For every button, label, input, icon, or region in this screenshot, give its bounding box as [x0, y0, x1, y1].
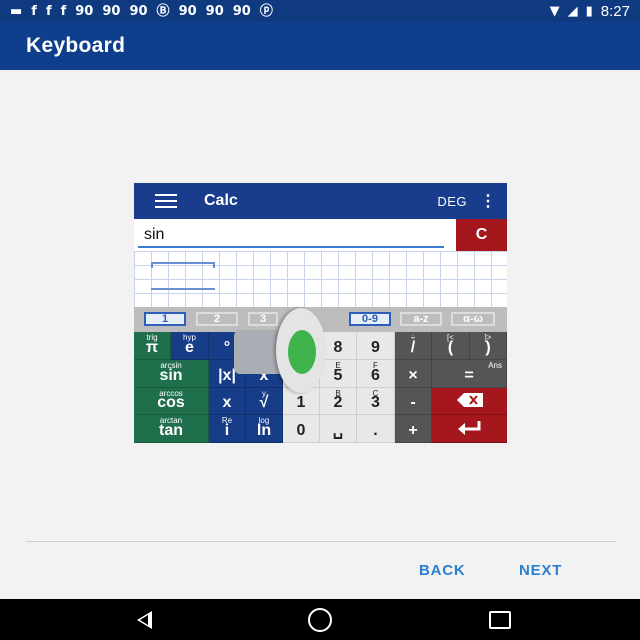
- status-time: 8:27: [600, 2, 630, 20]
- input-underline: [138, 246, 444, 248]
- facebook-icon: f: [31, 3, 37, 19]
- home-circle-icon: [308, 608, 332, 632]
- key-minus: -: [395, 388, 432, 415]
- notification-icons: ▬ f f f 90 90 90 Ⓑ 90 90 90 ⓟ: [10, 5, 550, 18]
- key-space: ␣: [320, 415, 357, 443]
- fraction-placeholder: [151, 262, 215, 290]
- screen: ▬ f f f 90 90 90 Ⓑ 90 90 90 ⓟ ▼ ◢ ▮ 8:27…: [0, 0, 640, 640]
- ninety-icon: 90: [232, 3, 251, 19]
- ninety-icon: 90: [178, 3, 197, 19]
- clear-button: C: [456, 219, 507, 251]
- calc-input: sin: [144, 226, 165, 243]
- key-ln: log ln: [246, 415, 283, 443]
- facebook-icon: f: [60, 3, 67, 19]
- nav-home-button[interactable]: [307, 607, 333, 633]
- key-close-paren: ]>): [470, 332, 507, 360]
- pinterest-icon: ⓟ: [259, 3, 273, 19]
- system-status: ▼ ◢ ▮ 8:27: [550, 3, 630, 20]
- page-title: Keyboard: [26, 34, 126, 57]
- kb-tab-greek: α-ω: [451, 312, 495, 326]
- key-0: 0: [283, 415, 320, 443]
- back-button[interactable]: BACK: [419, 562, 466, 579]
- facebook-icon: f: [45, 3, 52, 19]
- key-enter: [432, 415, 507, 443]
- system-nav-bar: [0, 599, 640, 640]
- keyboard-illustration: Calc DEG ⋮ sin C 1 2 3 0-9 a-z α-ω trig π…: [134, 183, 507, 443]
- b-circle-icon: Ⓑ: [156, 3, 170, 19]
- ninety-icon: 90: [129, 3, 148, 19]
- key-backspace: [432, 388, 507, 415]
- key-tan: arctan tan: [134, 415, 209, 443]
- indicator-light: [288, 330, 316, 374]
- nav-recents-button[interactable]: [487, 607, 513, 633]
- next-button[interactable]: NEXT: [519, 562, 562, 579]
- wifi-icon: ▼: [549, 3, 560, 19]
- divider: [26, 541, 616, 542]
- calc-input-row: sin C: [134, 219, 507, 251]
- battery-charging-icon: ▮: [585, 3, 593, 19]
- backspace-icon: [456, 393, 483, 407]
- key-open-paren: [<(: [432, 332, 470, 360]
- kb-tab-2: 2: [196, 312, 238, 326]
- status-bar: ▬ f f f 90 90 90 Ⓑ 90 90 90 ⓟ ▼ ◢ ▮ 8:27: [0, 0, 640, 22]
- key-equals: Ans =: [432, 360, 507, 388]
- key-i: Re i: [209, 415, 246, 443]
- calc-toolbar: Calc DEG ⋮: [134, 183, 507, 219]
- key-e: hyp e: [171, 332, 209, 360]
- signal-icon: ◢: [567, 3, 578, 19]
- more-vert-icon: ⋮: [480, 193, 496, 210]
- angle-mode: DEG: [437, 193, 467, 209]
- enter-icon: [457, 420, 480, 435]
- key-cos: arccos cos: [134, 388, 209, 415]
- calc-title: Calc: [204, 192, 238, 209]
- math-grid: [134, 251, 507, 307]
- key-sin: arcsin sin: [134, 360, 209, 388]
- key-6: F6: [357, 360, 395, 388]
- ninety-icon: 90: [205, 3, 224, 19]
- nav-back-button[interactable]: [131, 607, 157, 633]
- back-triangle-icon: [136, 611, 152, 629]
- ninety-icon: 90: [75, 3, 94, 19]
- kb-tab-1: 1: [144, 312, 186, 326]
- message-icon: ▬: [10, 3, 23, 19]
- key-decimal: .: [357, 415, 395, 443]
- key-9: 9: [357, 332, 395, 360]
- key-divide: ÷ /: [395, 332, 432, 360]
- toggle-graphic: [234, 308, 326, 393]
- kb-tab-digits: 0-9: [349, 312, 391, 326]
- key-pi: trig π: [134, 332, 171, 360]
- ninety-icon: 90: [102, 3, 121, 19]
- app-bar: Keyboard: [0, 22, 640, 70]
- key-multiply: ×: [395, 360, 432, 388]
- recents-square-icon: [489, 611, 511, 629]
- key-plus: +: [395, 415, 432, 443]
- kb-tab-letters: a-z: [400, 312, 442, 326]
- menu-icon: [155, 194, 177, 208]
- key-3: C3: [357, 388, 395, 415]
